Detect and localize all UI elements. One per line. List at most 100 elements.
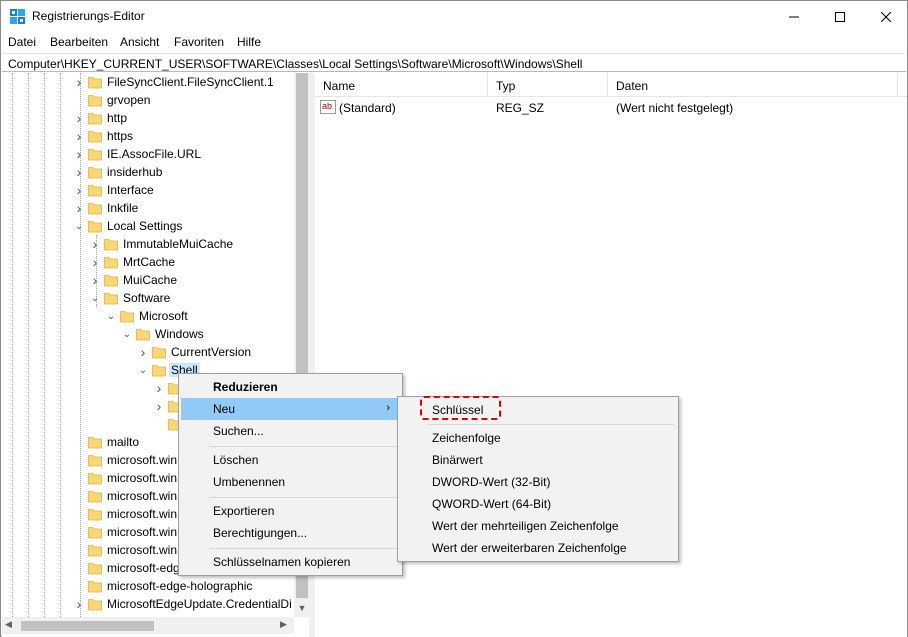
ctx-item-neu[interactable]: Neu › (181, 398, 400, 420)
submenu-item-dword[interactable]: DWORD-Wert (32-Bit) (400, 471, 676, 493)
chevron-right-icon[interactable]: › (74, 110, 84, 126)
folder-icon (88, 113, 102, 125)
annotation-highlight-box (420, 396, 501, 420)
menu-favoriten[interactable]: Favoriten (174, 35, 224, 49)
folder-icon (120, 311, 134, 323)
folder-icon (88, 491, 102, 503)
submenu-item-binaerwert[interactable]: Binärwert (400, 449, 676, 471)
chevron-right-icon[interactable]: › (90, 236, 100, 252)
ctx-item-label: Reduzieren (213, 380, 278, 394)
chevron-down-icon[interactable]: ⌄ (122, 328, 132, 340)
folder-icon (88, 185, 102, 197)
tree-item-label: insiderhub (107, 165, 163, 179)
chevron-right-icon[interactable]: › (90, 272, 100, 288)
tree-item[interactable]: › MicrosoftEdgeUpdate.CredentialDi (2, 595, 294, 613)
folder-icon (88, 581, 102, 593)
submenu-item-expandable-string[interactable]: Wert der erweiterbaren Zeichenfolge (400, 537, 676, 559)
column-separator[interactable] (487, 73, 488, 97)
column-separator[interactable] (897, 73, 898, 97)
scroll-down-arrow-icon[interactable]: ▼ (294, 600, 309, 616)
ctx-item-exportieren[interactable]: Exportieren (181, 500, 400, 522)
column-header-type[interactable]: Typ (496, 79, 515, 93)
ctx-item-schluesselnamen-kopieren[interactable]: Schlüsselnamen kopieren (181, 551, 400, 573)
tree-item-label: MuiCache (123, 273, 178, 287)
column-header-name[interactable]: Name (323, 79, 355, 93)
chevron-down-icon[interactable]: ⌄ (138, 364, 148, 376)
chevron-right-icon[interactable]: › (74, 596, 84, 612)
menu-bearbeiten[interactable]: Bearbeiten (50, 35, 108, 49)
chevron-right-icon[interactable]: › (74, 128, 84, 144)
ctx-item-reduzieren[interactable]: Reduzieren (181, 376, 400, 398)
tree-item[interactable]: ⌄ Software (2, 289, 294, 307)
chevron-right-icon[interactable]: › (154, 398, 164, 414)
chevron-right-icon[interactable]: › (90, 254, 100, 270)
tree-item[interactable]: › insiderhub (2, 163, 294, 181)
maximize-button[interactable] (817, 1, 863, 32)
folder-icon (104, 257, 118, 269)
title-bar[interactable]: Registrierungs-Editor (1, 1, 907, 32)
tree-item[interactable]: › IE.AssocFile.URL (2, 145, 294, 163)
tree-item[interactable]: ⌄ Microsoft (2, 307, 294, 325)
menu-datei[interactable]: Datei (8, 35, 36, 49)
tree-item-label: FileSyncClient.FileSyncClient.1 (107, 75, 274, 89)
folder-icon (88, 437, 102, 449)
tree-item[interactable]: grvopen (2, 91, 294, 109)
tree-item[interactable]: ⌄ Windows (2, 325, 294, 343)
chevron-right-icon[interactable]: › (74, 182, 84, 198)
tree-item-label: grvopen (107, 93, 151, 107)
chevron-down-icon[interactable]: ⌄ (74, 220, 84, 232)
menu-separator (209, 497, 399, 498)
menu-ansicht[interactable]: Ansicht (120, 35, 159, 49)
tree-item[interactable]: › MuiCache (2, 271, 294, 289)
submenu-item-multi-string[interactable]: Wert der mehrteiligen Zeichenfolge (400, 515, 676, 537)
tree-item-label: microsoft.win (107, 489, 178, 503)
menu-separator (209, 548, 399, 549)
chevron-down-icon[interactable]: ⌄ (90, 292, 100, 304)
chevron-right-icon[interactable]: › (138, 344, 148, 360)
ctx-item-label: Neu (213, 402, 236, 416)
scroll-left-arrow-icon[interactable]: ◀ (5, 619, 12, 630)
ctx-item-umbenennen[interactable]: Umbenennen (181, 471, 400, 493)
tree-item[interactable]: › FileSyncClient.FileSyncClient.1 (2, 73, 294, 91)
tree-item-label: Windows (155, 327, 204, 341)
tree-item[interactable]: › CurrentVersion (2, 343, 294, 361)
tree-item[interactable]: › ImmutableMuiCache (2, 235, 294, 253)
tree-item[interactable]: › MrtCache (2, 253, 294, 271)
tree-item[interactable]: microsoft-edge-holographic (2, 577, 294, 595)
tree-item[interactable]: › Interface (2, 181, 294, 199)
chevron-down-icon[interactable]: ⌄ (106, 310, 116, 322)
column-header-data[interactable]: Daten (616, 79, 648, 93)
folder-icon (152, 365, 166, 377)
ctx-item-loeschen[interactable]: Löschen (181, 449, 400, 471)
value-name: (Standard) (339, 101, 396, 115)
tree-horizontal-scroll-thumb[interactable] (21, 621, 154, 631)
folder-icon (88, 599, 102, 611)
tree-item-label: microsoft.win (107, 543, 178, 557)
ctx-item-berechtigungen[interactable]: Berechtigungen... (181, 522, 400, 544)
address-bar[interactable]: Computer\HKEY_CURRENT_USER\SOFTWARE\Clas… (2, 53, 906, 72)
tree-item[interactable]: ⌄ Local Settings (2, 217, 294, 235)
folder-icon (88, 149, 102, 161)
ctx-item-suchen[interactable]: Suchen... (181, 420, 400, 442)
submenu-item-zeichenfolge[interactable]: Zeichenfolge (400, 427, 676, 449)
tree-item[interactable]: › Inkfile (2, 199, 294, 217)
tree-item-label: ImmutableMuiCache (123, 237, 234, 251)
chevron-right-icon[interactable]: › (74, 164, 84, 180)
tree-item-label: microsoft.win (107, 471, 178, 485)
column-separator[interactable] (607, 73, 608, 97)
address-path[interactable]: Computer\HKEY_CURRENT_USER\SOFTWARE\Clas… (8, 57, 582, 71)
folder-icon (104, 239, 118, 251)
chevron-right-icon[interactable]: › (154, 380, 164, 396)
minimize-button[interactable] (771, 1, 817, 32)
window-title: Registrierungs-Editor (32, 9, 145, 23)
menu-hilfe[interactable]: Hilfe (237, 35, 261, 49)
tree-item[interactable]: › https (2, 127, 294, 145)
chevron-right-icon[interactable]: › (74, 74, 84, 90)
chevron-right-icon[interactable]: › (74, 200, 84, 216)
chevron-right-icon[interactable]: › (74, 146, 84, 162)
scroll-right-arrow-icon[interactable]: ▶ (280, 619, 287, 630)
list-item[interactable]: ab (Standard) REG_SZ (Wert nicht festgel… (315, 99, 907, 117)
tree-item[interactable]: › http (2, 109, 294, 127)
submenu-item-qword[interactable]: QWORD-Wert (64-Bit) (400, 493, 676, 515)
close-button[interactable] (863, 1, 908, 32)
